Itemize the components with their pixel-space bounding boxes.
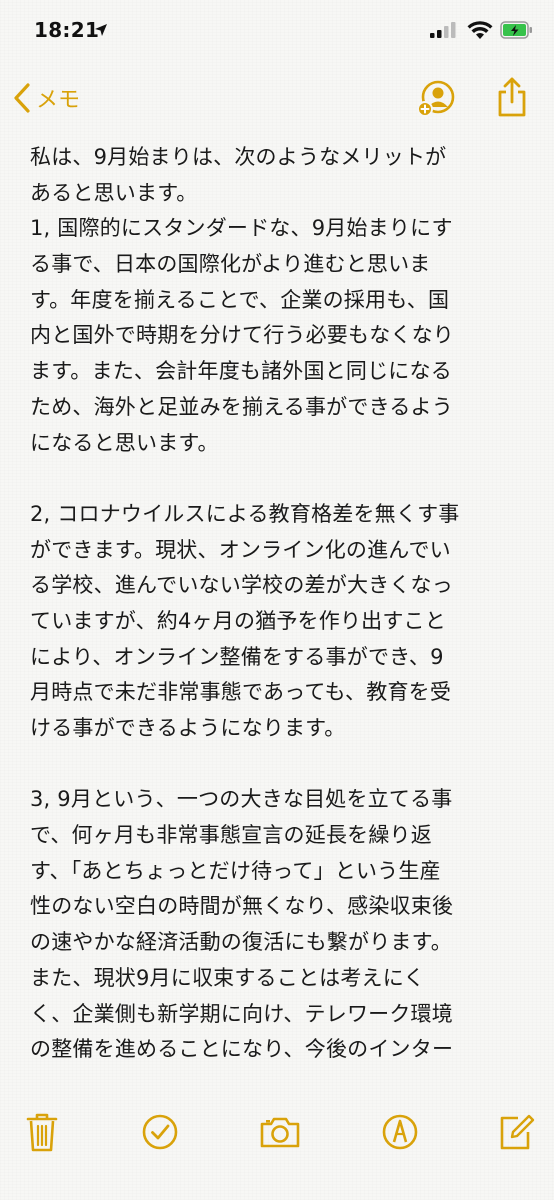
note-line: る学校、進んでいない学校の差が大きくなっ xyxy=(30,573,453,598)
back-button[interactable]: メモ xyxy=(12,80,80,116)
note-line: の整備を進めることになり、今後のインター xyxy=(30,1037,454,1060)
note-line: す、「あとちょっとだけ待って」という生産 xyxy=(30,858,441,883)
note-line: 内と国外で時期を分けて行う必要もなくなり xyxy=(30,323,454,348)
note-line: になると思います。 xyxy=(30,430,219,455)
chevron-left-icon xyxy=(14,83,30,113)
compose-icon[interactable] xyxy=(496,1110,536,1154)
note-line: ていますが、約4ヶ月の猶予を作り出すこと xyxy=(30,608,446,633)
wifi-icon xyxy=(467,21,493,39)
navigation-bar: メモ xyxy=(0,64,554,134)
bottom-toolbar xyxy=(0,1110,554,1170)
note-line: 月時点で未だ非常事態であっても、教育を受 xyxy=(30,680,452,705)
note-text-area[interactable]: 私は、9月始まりは、次のようなメリットが あると思います。 1, 国際的にスタンダー… xyxy=(30,140,526,1060)
trash-icon[interactable] xyxy=(22,1110,62,1154)
camera-icon[interactable] xyxy=(258,1110,302,1154)
status-time: 18:21 xyxy=(34,18,100,42)
markup-icon[interactable] xyxy=(380,1110,420,1154)
note-line: 1, 国際的にスタンダードな、9月始まりにす xyxy=(30,216,453,241)
note-line: また、現状9月に収束することは考えにく xyxy=(30,965,425,990)
note-line: 私は、9月始まりは、次のようなメリットが xyxy=(30,145,447,169)
battery-charging-icon xyxy=(500,21,532,39)
share-icon[interactable] xyxy=(496,76,528,118)
note-line: す。年度を揃えることで、企業の採用も、国 xyxy=(30,287,450,312)
location-arrow-icon xyxy=(95,24,107,36)
back-label: メモ xyxy=(36,88,81,113)
note-line: により、オンライン整備をする事ができ、9 xyxy=(30,644,444,669)
note-line: 3, 9月という、一つの大きな目処を立てる事 xyxy=(30,787,453,812)
note-line: ため、海外と足並みを揃える事ができるよう xyxy=(30,394,453,419)
note-line: く、企業側も新学期に向け、テレワーク環境 xyxy=(30,1001,453,1026)
status-bar: 18:21 xyxy=(0,0,554,64)
note-line xyxy=(30,461,526,497)
note-line: で、何ヶ月も非常事態宣言の延長を繰り返 xyxy=(30,823,432,848)
note-line: 性のない空白の時間が無くなり、感染収束後 xyxy=(30,894,454,919)
note-line: ができます。現状、オンライン化の進んでい xyxy=(30,537,451,562)
checklist-icon[interactable] xyxy=(140,1110,180,1154)
note-line: る事で、日本の国際化がより進むと思いま xyxy=(30,252,431,277)
cellular-signal-icon xyxy=(430,22,456,38)
note-line: ます。また、会計年度も諸外国と同じになる xyxy=(30,359,452,384)
note-line: ける事ができるようになります。 xyxy=(30,716,346,740)
add-person-icon[interactable] xyxy=(416,78,456,118)
note-line: あると思います。 xyxy=(30,180,198,205)
note-line xyxy=(30,747,526,783)
note-line: 2, コロナウイルスによる教育格差を無くす事 xyxy=(30,501,460,526)
note-line: の速やかな経済活動の復活にも繋がります。 xyxy=(30,930,452,955)
